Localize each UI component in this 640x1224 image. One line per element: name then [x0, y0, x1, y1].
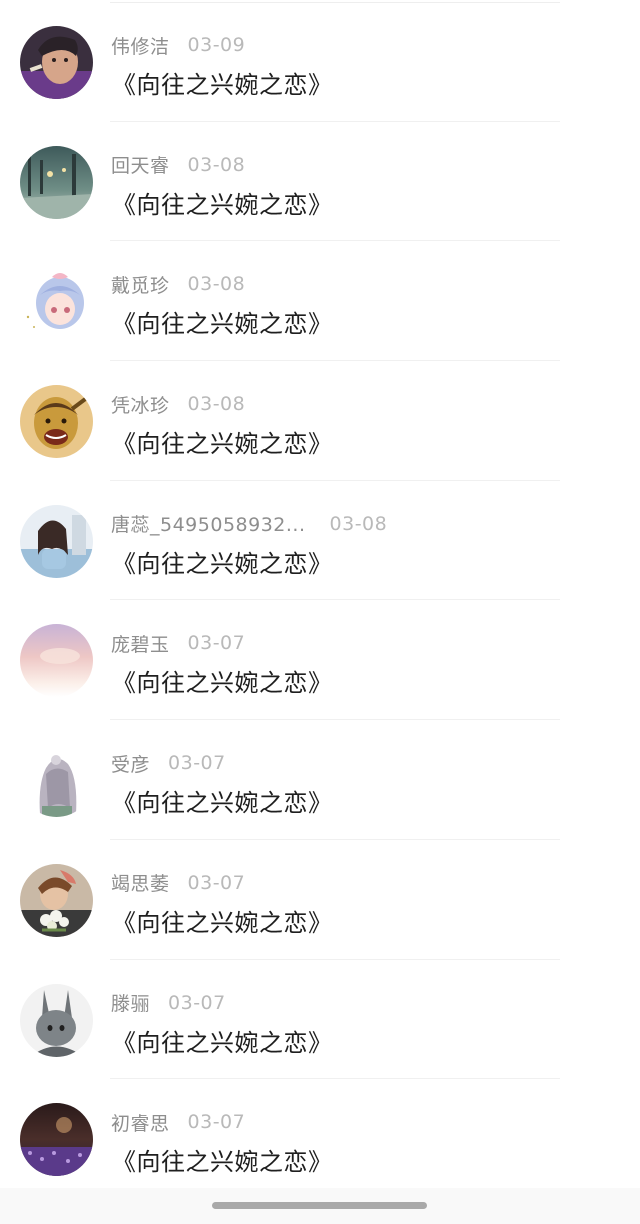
comment-date: 03-08 — [329, 512, 388, 535]
comment-meta: 初睿思 03-07 — [111, 1108, 245, 1136]
avatar[interactable] — [20, 624, 93, 698]
user-name[interactable]: 回天睿 — [111, 151, 170, 178]
comment-date: 03-08 — [187, 393, 246, 416]
comment-meta: 戴觅珍 03-08 — [111, 270, 245, 298]
user-name[interactable]: 竭思萎 — [111, 869, 170, 896]
home-indicator[interactable] — [212, 1202, 427, 1209]
comment-meta: 滕骊 03-07 — [111, 989, 226, 1017]
list-item[interactable]: 凭冰珍 03-08 《向往之兴婉之恋》 — [0, 361, 640, 481]
avatar[interactable] — [20, 744, 93, 818]
comment-title[interactable]: 《向往之兴婉之恋》 — [112, 1142, 333, 1177]
comment-date: 03-08 — [187, 153, 246, 176]
list-item[interactable]: 戴觅珍 03-08 《向往之兴婉之恋》 — [0, 241, 640, 362]
comment-date: 03-07 — [187, 632, 246, 655]
comment-title[interactable]: 《向往之兴婉之恋》 — [112, 544, 333, 579]
list-item[interactable]: 庞碧玉 03-07 《向往之兴婉之恋》 — [0, 600, 640, 721]
avatar[interactable] — [20, 145, 93, 219]
comment-date: 03-07 — [187, 871, 246, 894]
comment-title[interactable]: 《向往之兴婉之恋》 — [112, 424, 333, 459]
comment-title[interactable]: 《向往之兴婉之恋》 — [112, 1023, 333, 1058]
avatar[interactable] — [20, 385, 93, 459]
comment-title[interactable]: 《向往之兴婉之恋》 — [112, 65, 333, 100]
user-name[interactable]: 凭冰珍 — [111, 391, 170, 418]
comment-date: 03-08 — [187, 273, 246, 296]
user-name[interactable]: 庞碧玉 — [111, 630, 170, 657]
comment-meta: 回天睿 03-08 — [111, 151, 245, 179]
comment-date: 03-07 — [187, 1111, 246, 1134]
list-item[interactable]: 回天睿 03-08 《向往之兴婉之恋》 — [0, 122, 640, 242]
comment-date: 03-07 — [168, 752, 226, 775]
user-name[interactable]: 戴觅珍 — [111, 271, 170, 298]
avatar[interactable] — [20, 504, 93, 578]
list-item[interactable]: 初睿思 03-07 《向往之兴婉之恋》 — [0, 1079, 640, 1199]
comment-title[interactable]: 《向往之兴婉之恋》 — [112, 304, 333, 339]
comment-date: 03-07 — [168, 991, 226, 1014]
user-name[interactable]: 受彦 — [111, 750, 150, 777]
comment-meta: 伟修洁 03-09 — [111, 31, 245, 59]
comment-meta: 受彦 03-07 — [111, 749, 226, 777]
list-item[interactable]: 唐蕊_5495058932... 03-08 《向往之兴婉之恋》 — [0, 481, 640, 601]
comment-meta: 庞碧玉 03-07 — [111, 629, 245, 657]
comment-title[interactable]: 《向往之兴婉之恋》 — [112, 185, 333, 220]
avatar[interactable] — [20, 1103, 93, 1177]
comment-title[interactable]: 《向往之兴婉之恋》 — [112, 663, 333, 698]
user-name[interactable]: 初睿思 — [111, 1109, 170, 1136]
avatar[interactable] — [20, 26, 93, 99]
comment-title[interactable]: 《向往之兴婉之恋》 — [112, 783, 333, 818]
comment-title[interactable]: 《向往之兴婉之恋》 — [112, 903, 333, 938]
avatar[interactable] — [20, 863, 93, 937]
comment-list: 伟修洁 03-09 《向往之兴婉之恋》 回天睿 03-08 《向往之兴婉之恋》 … — [0, 2, 640, 1199]
user-name[interactable]: 伟修洁 — [111, 32, 170, 59]
list-item[interactable]: 受彦 03-07 《向往之兴婉之恋》 — [0, 720, 640, 840]
avatar[interactable] — [20, 265, 93, 339]
comment-meta: 竭思萎 03-07 — [111, 869, 245, 897]
comment-date: 03-09 — [187, 34, 246, 56]
list-item[interactable]: 滕骊 03-07 《向往之兴婉之恋》 — [0, 960, 640, 1080]
list-item[interactable]: 竭思萎 03-07 《向往之兴婉之恋》 — [0, 840, 640, 960]
user-name[interactable]: 滕骊 — [111, 989, 150, 1016]
avatar[interactable] — [20, 983, 93, 1057]
list-item[interactable]: 伟修洁 03-09 《向往之兴婉之恋》 — [0, 2, 640, 122]
comment-meta: 凭冰珍 03-08 — [111, 390, 245, 418]
user-name[interactable]: 唐蕊_5495058932... — [111, 510, 306, 537]
comment-meta: 唐蕊_5495058932... 03-08 — [111, 510, 387, 538]
